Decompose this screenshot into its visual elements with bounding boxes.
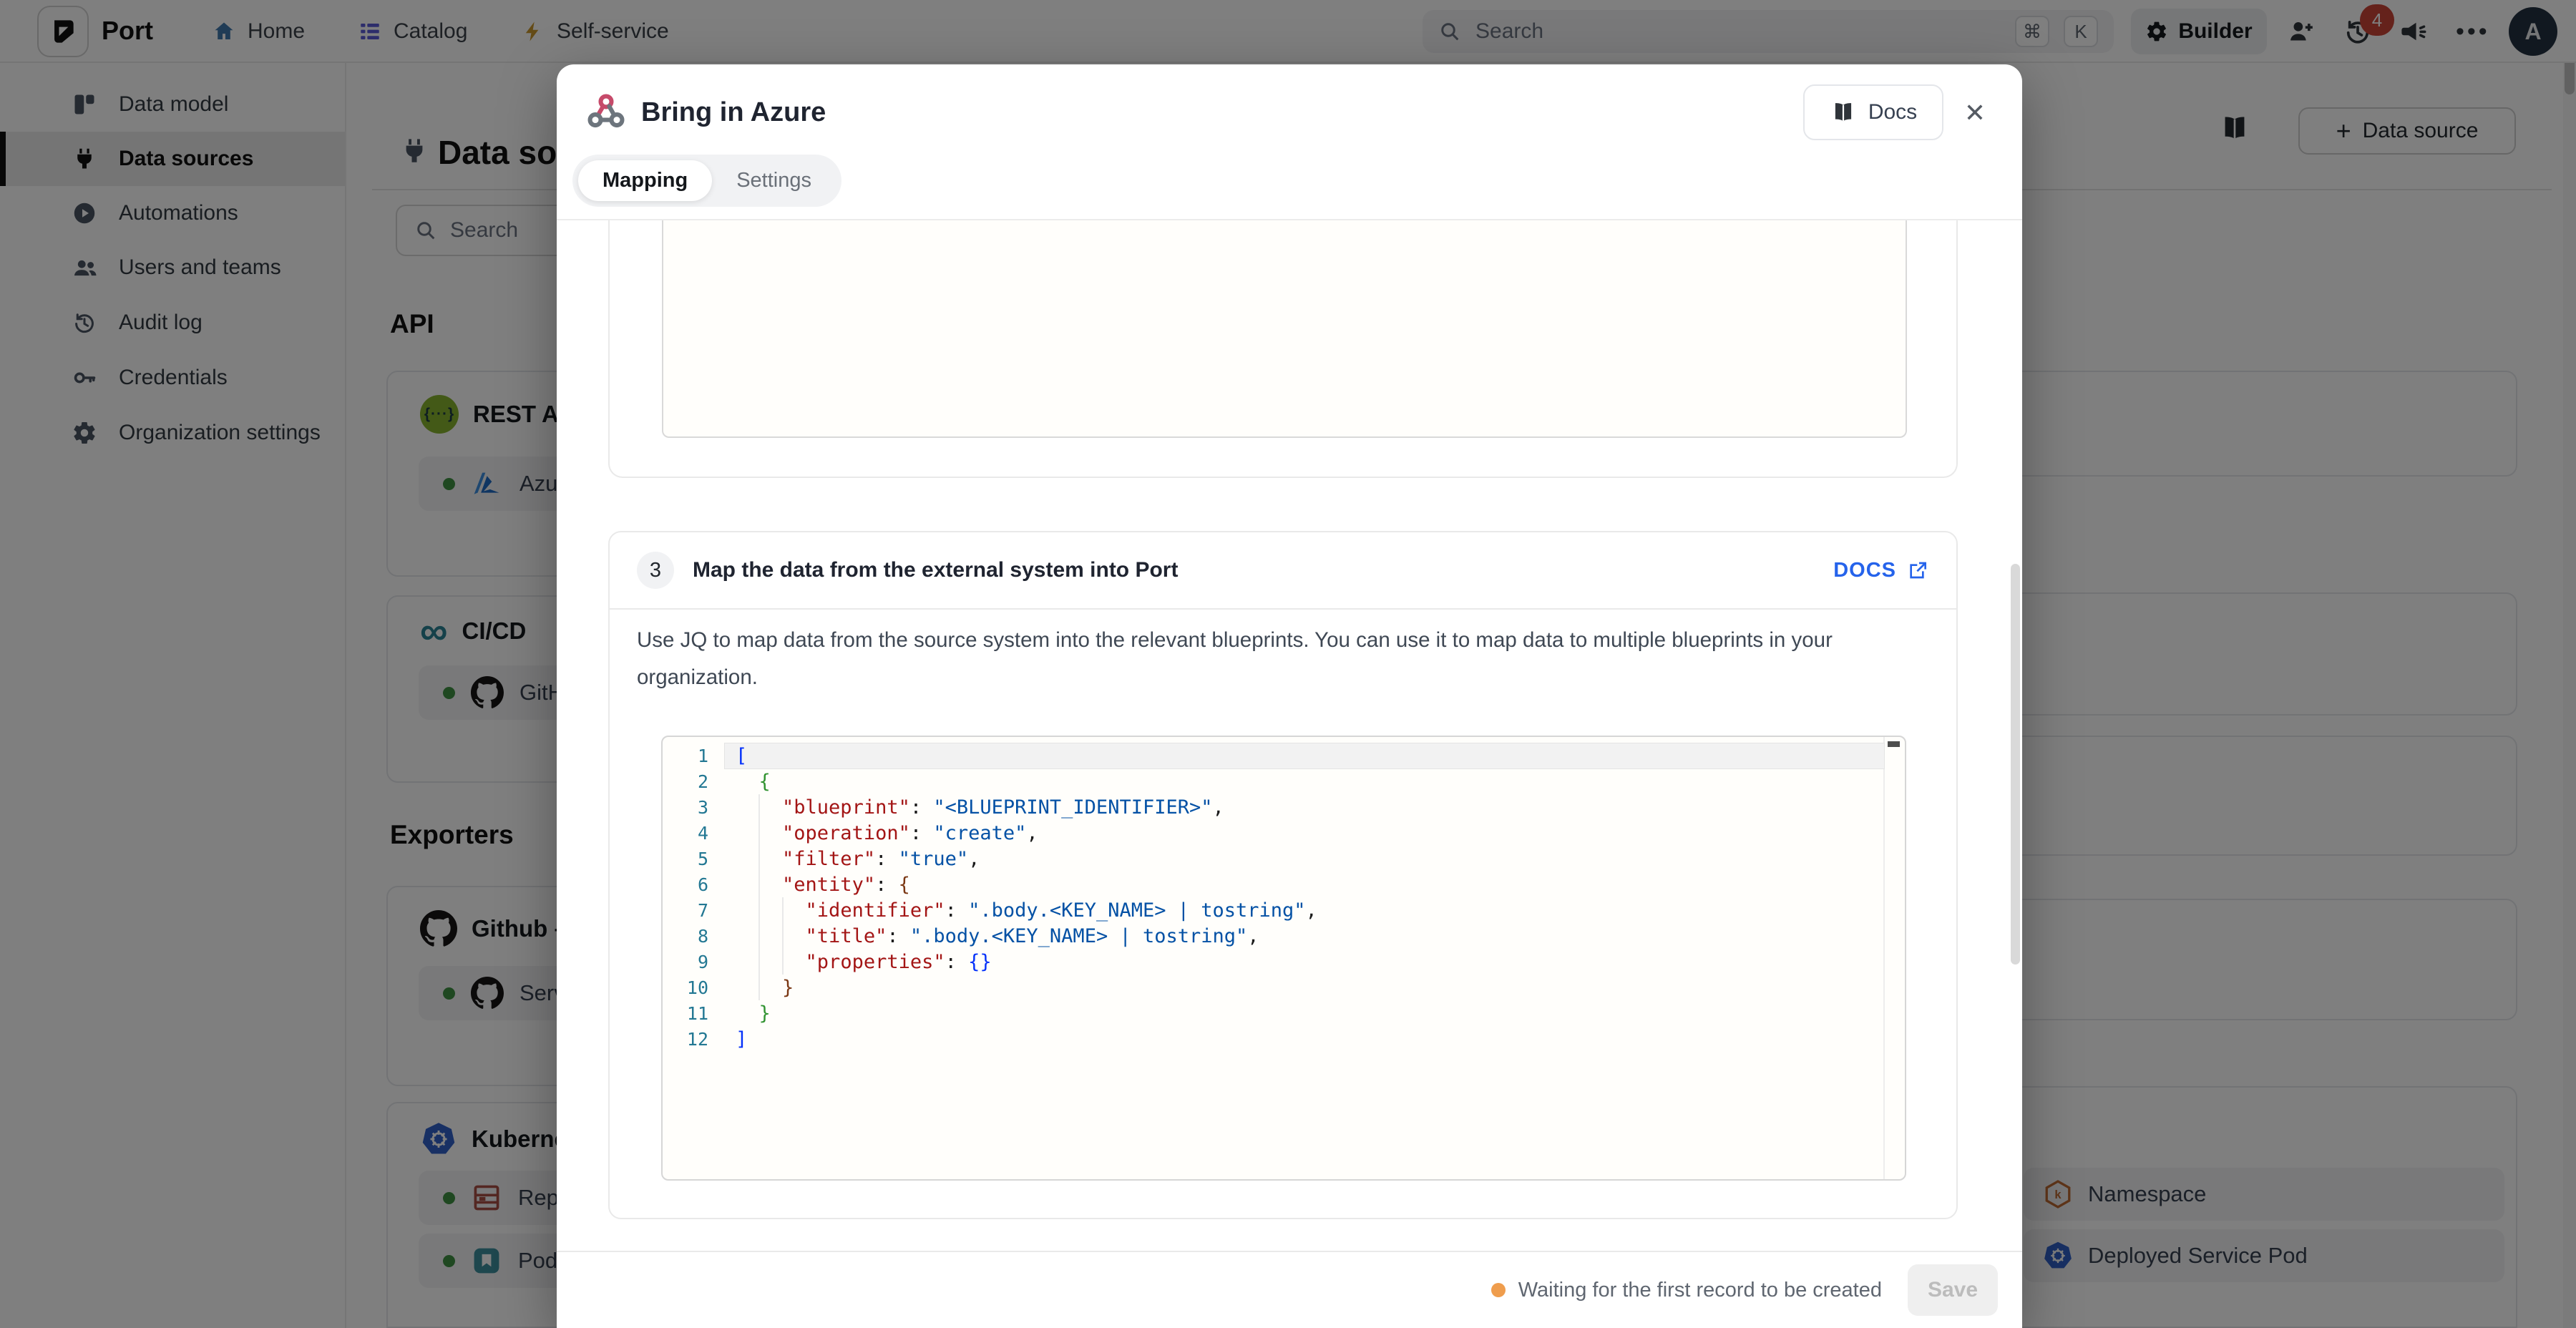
code-line: 1[ <box>663 743 1905 768</box>
webhook-icon <box>585 90 627 132</box>
code-line: 12] <box>663 1026 1905 1052</box>
section3-description-line2: organization. <box>637 665 758 690</box>
code-line: 11 } <box>663 1000 1905 1026</box>
status-dot-orange <box>1491 1283 1506 1297</box>
docs-button[interactable]: Docs <box>1803 84 1943 140</box>
code-line: 8 "title": ".body.<KEY_NAME> | tostring"… <box>663 923 1905 949</box>
book-icon <box>1830 99 1857 126</box>
code-line: 5 "filter": "true", <box>663 846 1905 872</box>
modal-footer: Waiting for the first record to be creat… <box>557 1252 2022 1328</box>
jq-mapping-editor[interactable]: 1[ 2 { 3 "blueprint": "<BLUEPRINT_IDENTI… <box>661 736 1906 1181</box>
section3-card: 3 Map the data from the external system … <box>608 531 1958 1219</box>
code-line: 4 "operation": "create", <box>663 820 1905 846</box>
bring-in-azure-modal: Bring in Azure Docs ✕ Mapping Settings 3… <box>557 64 2022 1328</box>
code-line: 7 "identifier": ".body.<KEY_NAME> | tost… <box>663 897 1905 923</box>
app-root: Port Home Catalog Self-service Search ⌘ … <box>0 0 2576 1328</box>
docs-link[interactable]: DOCS <box>1833 559 1929 582</box>
modal-scrollbar-thumb[interactable] <box>2011 564 2020 965</box>
code-line: 3 "blueprint": "<BLUEPRINT_IDENTIFIER>", <box>663 794 1905 820</box>
editor-lines: 1[ 2 { 3 "blueprint": "<BLUEPRINT_IDENTI… <box>663 743 1905 1052</box>
code-line: 2 { <box>663 768 1905 794</box>
save-button[interactable]: Save <box>1908 1264 1998 1316</box>
close-icon[interactable]: ✕ <box>1956 94 1994 132</box>
section3-header: 3 Map the data from the external system … <box>610 532 1956 610</box>
section2-card-clipped <box>608 220 1958 478</box>
section2-editor-clipped[interactable] <box>662 220 1907 438</box>
tab-settings[interactable]: Settings <box>712 160 836 201</box>
modal-title: Bring in Azure <box>641 97 826 128</box>
step-number-badge: 3 <box>637 552 674 589</box>
status-message: Waiting for the first record to be creat… <box>1491 1279 1882 1302</box>
tab-mapping[interactable]: Mapping <box>578 160 712 201</box>
section3-description-line1: Use JQ to map data from the source syste… <box>637 628 1833 653</box>
modal-tabs: Mapping Settings <box>572 155 841 207</box>
code-line: 10 } <box>663 975 1905 1000</box>
section3-title: Map the data from the external system in… <box>693 558 1178 582</box>
code-line: 9 "properties": {} <box>663 949 1905 975</box>
external-link-icon <box>1906 559 1929 582</box>
code-line: 6 "entity": { <box>663 872 1905 897</box>
